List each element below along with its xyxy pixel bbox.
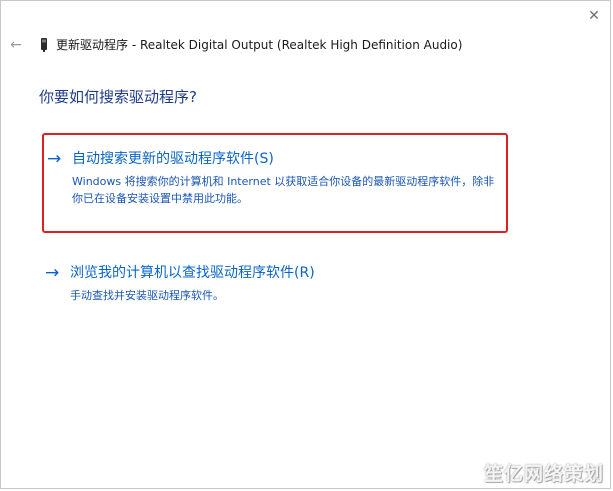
browse-computer-label[interactable]: 浏览我的计算机以查找驱动程序软件(R) <box>70 264 315 282</box>
arrow-right-icon: → <box>47 149 62 169</box>
auto-search-option[interactable]: → 自动搜索更新的驱动程序软件(S) Windows 将搜索你的计算机和 Int… <box>42 133 508 233</box>
back-button[interactable]: ← <box>7 35 25 55</box>
close-icon: ✕ <box>588 8 600 24</box>
watermark: 笙亿网络策划 <box>483 463 604 485</box>
window-title: 更新驱动程序 - Realtek Digital Output (Realtek… <box>56 38 463 52</box>
page-heading: 你要如何搜索驱动程序? <box>39 88 197 106</box>
arrow-right-icon: → <box>45 263 60 283</box>
browse-computer-option[interactable]: → 浏览我的计算机以查找驱动程序软件(R) 手动查找并安装驱动程序软件。 <box>42 259 508 311</box>
auto-search-label[interactable]: 自动搜索更新的驱动程序软件(S) <box>72 150 274 168</box>
auto-search-description: Windows 将搜索你的计算机和 Internet 以获取适合你设备的最新驱动… <box>72 175 495 205</box>
back-arrow-icon: ← <box>10 37 22 53</box>
device-icon <box>41 38 47 52</box>
close-button[interactable]: ✕ <box>582 5 606 27</box>
browse-computer-description: 手动查找并安装驱动程序软件。 <box>70 289 224 302</box>
update-driver-window: ✕ ← 更新驱动程序 - Realtek Digital Output (Rea… <box>0 0 611 489</box>
